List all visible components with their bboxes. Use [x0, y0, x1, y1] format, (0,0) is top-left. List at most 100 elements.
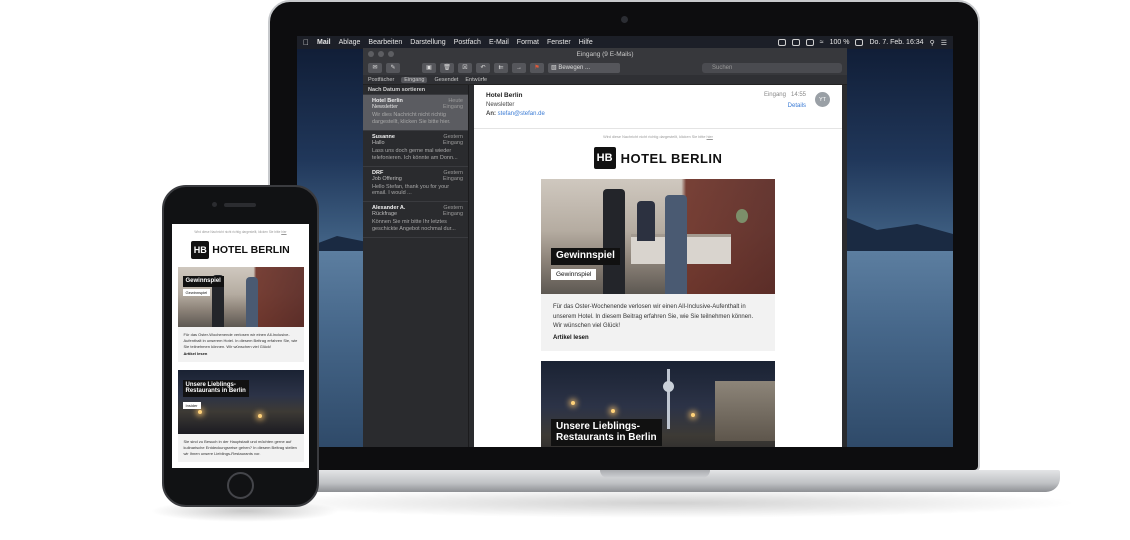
- read-more-link[interactable]: Artikel lesen: [184, 351, 298, 357]
- status-icon[interactable]: [805, 39, 814, 46]
- logo-mark: HB: [191, 241, 210, 259]
- menu-email[interactable]: E-Mail: [489, 39, 509, 46]
- details-link[interactable]: Details: [764, 103, 806, 109]
- wifi-icon[interactable]: ≈: [820, 39, 824, 46]
- menu-format[interactable]: Format: [517, 39, 539, 46]
- message-preview: Hello Stefan, thank you for your email. …: [372, 183, 450, 197]
- message-mailbox: Eingang: [442, 175, 463, 182]
- menu-mail[interactable]: Mail: [317, 39, 331, 46]
- article-tag: Gewinnspiel: [551, 269, 597, 280]
- mail-window: Eingang (9 E-Mails) ✉ ✎ ▣ 🗑 ☒ ↶ ⇇ → ⚑ ▧ …: [363, 48, 847, 447]
- street-lamp: [257, 413, 262, 418]
- message-preview: Lass uns doch gerne mal wieder telefonie…: [372, 147, 458, 161]
- phone-earpiece: [224, 203, 256, 207]
- logo-name: HOTEL BERLIN: [212, 244, 290, 256]
- berlin-night-photo: Unsere Lieblings- Restaurants in Berlin: [541, 361, 775, 447]
- mail-mailbox: Eingang: [763, 92, 786, 98]
- menu-icon[interactable]: ☰: [941, 39, 947, 47]
- message-preview: Wir dies Nachricht nicht richtig dargest…: [372, 112, 451, 125]
- reply-all-button[interactable]: ⇇: [494, 62, 508, 73]
- message-subject: Job Offering: [372, 175, 402, 182]
- favorites-sent[interactable]: Gesendet: [434, 77, 458, 83]
- flag-button[interactable]: ⚑: [530, 62, 544, 73]
- menu-hilfe[interactable]: Hilfe: [579, 39, 593, 46]
- favorites-mailboxes[interactable]: Postfächer: [368, 77, 394, 83]
- laptop-camera: [621, 16, 628, 23]
- view-note-text: Wird diese Nachricht nicht richtig darge…: [194, 230, 281, 234]
- view-note-link[interactable]: hier: [707, 135, 713, 139]
- menu-ablage[interactable]: Ablage: [339, 39, 361, 46]
- get-mail-button[interactable]: ✉: [368, 62, 382, 73]
- move-button[interactable]: ▧ Bewegen ...: [548, 62, 620, 73]
- move-button-label: Bewegen ...: [558, 64, 591, 71]
- read-more-link[interactable]: Artikel lesen: [553, 334, 763, 344]
- message-item[interactable]: Hotel Berlin Heute Newsletter Eingang Wir …: [363, 95, 468, 131]
- article-tag: Gewinnspiel: [182, 289, 211, 296]
- street-lamp: [571, 401, 575, 406]
- message-list: Nach Datum sortieren Hotel Berlin Heute N…: [363, 85, 469, 447]
- plant: [736, 209, 748, 223]
- favorites-inbox[interactable]: Eingang: [401, 76, 428, 83]
- battery-icon[interactable]: [855, 39, 864, 46]
- person-figure: [637, 201, 655, 241]
- sort-button[interactable]: Nach Datum sortieren: [363, 85, 468, 95]
- message-subject: Hallo: [372, 139, 385, 146]
- message-mailbox: Eingang: [442, 104, 463, 110]
- reply-button[interactable]: ↶: [476, 62, 490, 73]
- search-icon[interactable]: ⚲: [930, 39, 935, 47]
- laptop-notch: [600, 470, 710, 478]
- laptop-screen:  Mail Ablage Bearbeiten Darstellung Pos…: [297, 36, 953, 447]
- delete-button[interactable]: 🗑: [440, 62, 454, 73]
- street-lamp: [197, 409, 202, 414]
- view-note-link[interactable]: hier: [281, 230, 286, 234]
- status-icon[interactable]: [791, 39, 800, 46]
- menu-fenster[interactable]: Fenster: [547, 39, 571, 46]
- menu-postfach[interactable]: Postfach: [454, 39, 481, 46]
- article-text: Für das Oster-Wochenende verlosen wir ei…: [183, 332, 298, 350]
- mail-to-label: An:: [486, 111, 496, 117]
- message-subject: Rückfrage: [372, 211, 398, 218]
- phone-camera: [212, 202, 217, 207]
- message-mailbox: Eingang: [442, 139, 463, 146]
- lobby-photo: Gewinnspiel Gewinnspiel: [541, 179, 775, 294]
- message-item[interactable]: Alexander A. Gestern Rückfrage Eingang Kön…: [363, 202, 468, 238]
- message-item[interactable]: DRF Gestern Job Offering Eingang Hello Ste…: [363, 167, 468, 203]
- article-title: Gewinnspiel: [182, 276, 224, 287]
- apple-icon[interactable]: : [303, 38, 309, 47]
- clock[interactable]: Do. 7. Feb. 16:34: [869, 39, 923, 46]
- logo-name: HOTEL BERLIN: [620, 150, 723, 166]
- reading-pane: Hotel Berlin Newsletter An: stefan@stefa…: [474, 85, 842, 447]
- titlebar: Eingang (9 E-Mails): [363, 48, 847, 60]
- status-icon[interactable]: [777, 39, 786, 46]
- article-card: Gewinnspiel Gewinnspiel Für das Oster-Wo…: [541, 179, 775, 352]
- message-item[interactable]: Susanne Gestern Hallo Eingang Lass uns doc…: [363, 131, 468, 167]
- status-area: ≈ 100 % Do. 7. Feb. 16:34 ⚲ ☰: [777, 39, 947, 47]
- berlin-night-photo: Unsere Lieblings- Restaurants in Berlin …: [177, 369, 304, 434]
- junk-button[interactable]: ☒: [458, 62, 472, 73]
- article-title: Unsere Lieblings- Restaurants in Berlin: [551, 419, 662, 447]
- search-placeholder: Suchen: [712, 64, 733, 71]
- lobby-photo: Gewinnspiel Gewinnspiel: [177, 267, 304, 327]
- compose-button[interactable]: ✎: [386, 62, 400, 73]
- article-title: Unsere Lieblings- Restaurants in Berlin: [182, 379, 249, 397]
- forward-button[interactable]: →: [512, 62, 526, 73]
- favorites-drafts[interactable]: Entwürfe: [465, 77, 487, 83]
- avatar: YT: [815, 92, 830, 107]
- article-tag: Insider: [182, 401, 201, 409]
- article-text: Für das Oster-Wochenende verlosen wir ei…: [553, 304, 754, 330]
- message-preview: Können Sie mir bitte Ihr letztes geschic…: [372, 219, 456, 233]
- view-in-browser-note: Wird diese Nachricht nicht richtig darge…: [474, 135, 842, 139]
- archive-button[interactable]: ▣: [422, 62, 436, 73]
- logo-mark: HB: [593, 147, 616, 169]
- laptop-shadow: [250, 488, 1080, 518]
- tv-tower-sphere: [663, 381, 674, 393]
- mail-meta: Eingang 14:55 Details: [764, 92, 806, 109]
- mail-to-address[interactable]: stefan@stefan.de: [498, 111, 545, 117]
- toolbar: ✉ ✎ ▣ 🗑 ☒ ↶ ⇇ → ⚑ ▧ Bewegen ... Suchen: [363, 60, 847, 75]
- message-mailbox: Eingang: [442, 211, 463, 218]
- menu-darstellung[interactable]: Darstellung: [410, 39, 445, 46]
- search-input[interactable]: Suchen: [702, 62, 842, 73]
- home-button[interactable]: [227, 472, 254, 499]
- mail-time: 14:55: [790, 92, 806, 98]
- menu-bearbeiten[interactable]: Bearbeiten: [368, 39, 402, 46]
